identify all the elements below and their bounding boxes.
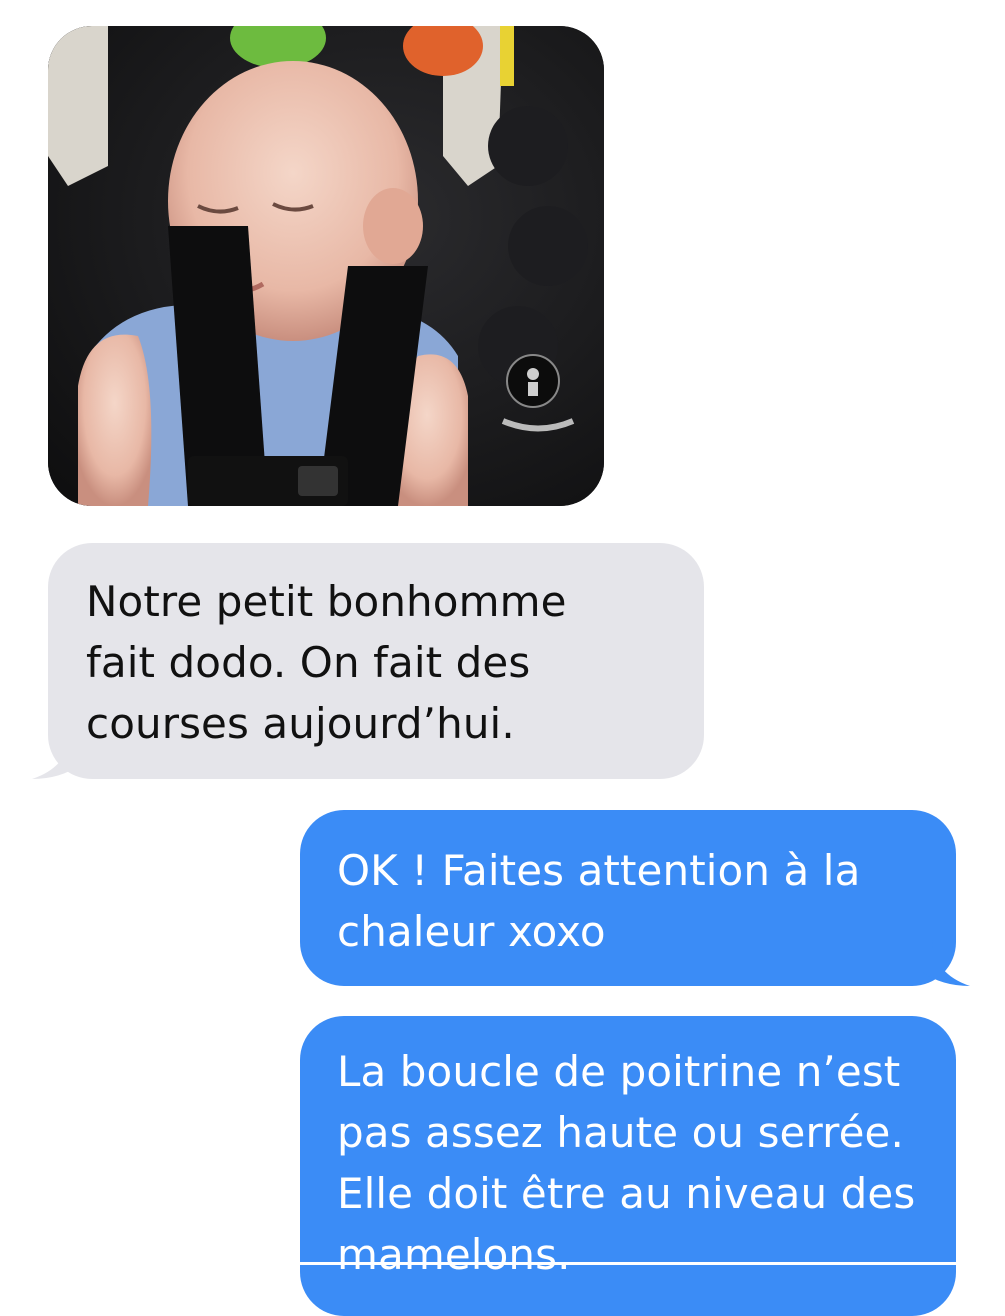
photo-attachment[interactable] bbox=[48, 26, 604, 506]
baby-car-seat-image bbox=[48, 26, 604, 506]
outgoing-message-bubble[interactable]: OK ! Faites attention à la chaleur xoxo bbox=[300, 810, 956, 986]
message-text: OK ! Faites attention à la chaleur xoxo bbox=[337, 846, 861, 956]
outgoing-bubble-tail bbox=[922, 940, 970, 986]
message-text: Notre petit bonhomme fait dodo. On fait … bbox=[86, 577, 567, 748]
outgoing-message-bubble[interactable]: La boucle de poitrine n’est pas assez ha… bbox=[300, 1016, 956, 1316]
message-text: La boucle de poitrine n’est pas assez ha… bbox=[337, 1047, 916, 1279]
incoming-message-bubble[interactable]: Notre petit bonhomme fait dodo. On fait … bbox=[48, 543, 704, 779]
incoming-bubble-tail bbox=[32, 735, 80, 779]
